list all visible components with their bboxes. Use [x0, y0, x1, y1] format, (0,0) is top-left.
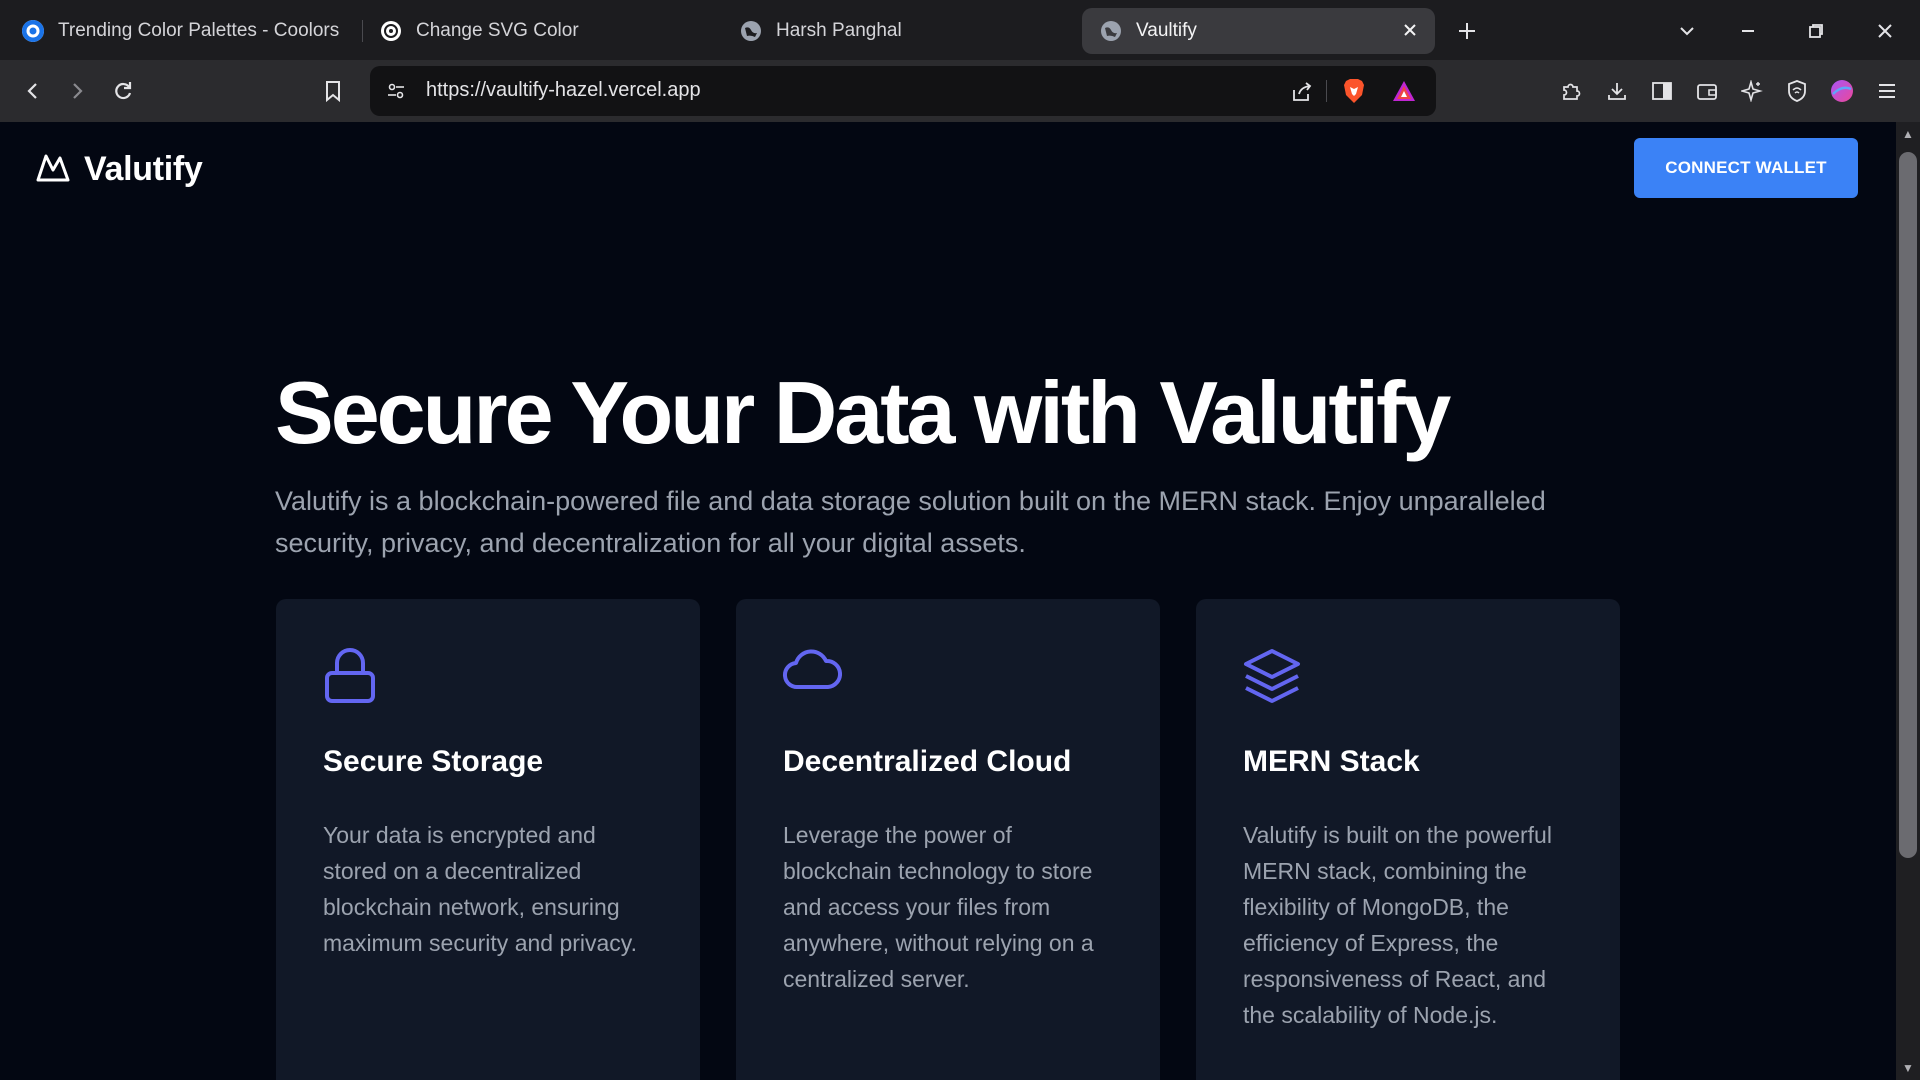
- profile-avatar[interactable]: [1827, 76, 1857, 106]
- lock-icon: [322, 647, 378, 710]
- bookmark-icon[interactable]: [318, 76, 348, 106]
- page-scrollbar-thumb[interactable]: [1899, 152, 1917, 858]
- scroll-down-arrow-icon[interactable]: ▼: [1900, 1060, 1916, 1076]
- brand-logo[interactable]: Valutify: [36, 150, 203, 189]
- mountain-logo-icon: [36, 152, 70, 187]
- browser-toolbar: https://vaultify-hazel.vercel.app: [0, 60, 1920, 122]
- openai-favicon-icon: [380, 20, 402, 42]
- hero-subtitle: Valutify is a blockchain-powered file an…: [275, 486, 1546, 558]
- vpn-shield-icon[interactable]: [1782, 76, 1812, 106]
- web-page: Valutify CONNECT WALLET Secure Your Data…: [0, 122, 1896, 1080]
- brand-name: Valutify: [84, 150, 203, 188]
- coolors-favicon-icon: [22, 20, 44, 42]
- back-arrow-icon[interactable]: [18, 76, 48, 106]
- minimize-window-icon[interactable]: [1733, 16, 1763, 46]
- menu-hamburger-icon[interactable]: [1872, 76, 1902, 106]
- scroll-up-arrow-icon[interactable]: ▲: [1900, 126, 1916, 142]
- tab-title: Vaultify: [1136, 20, 1197, 41]
- tab-change-svg-color[interactable]: Change SVG Color: [380, 8, 700, 54]
- restore-window-icon[interactable]: [1801, 16, 1831, 46]
- feature-title: Decentralized Cloud: [783, 745, 1072, 778]
- site-settings-icon[interactable]: [384, 79, 408, 103]
- brave-rewards-icon[interactable]: [1390, 77, 1418, 105]
- tab-title: Change SVG Color: [416, 20, 579, 41]
- globe-favicon-icon: [740, 20, 762, 42]
- layers-icon: [1242, 647, 1302, 710]
- new-tab-plus-icon[interactable]: [1452, 16, 1482, 46]
- feature-card-mern-stack: MERN Stack Valutify is built on the powe…: [1196, 599, 1620, 1080]
- downloads-icon[interactable]: [1602, 76, 1632, 106]
- globe-favicon-icon: [1100, 20, 1122, 42]
- url-text: https://vaultify-hazel.vercel.app: [426, 79, 701, 101]
- tab-coolors[interactable]: Trending Color Palettes - Coolors: [22, 8, 352, 54]
- address-bar[interactable]: https://vaultify-hazel.vercel.app: [370, 66, 1436, 116]
- feature-description: Your data is encrypted and stored on a d…: [323, 822, 637, 956]
- wallet-icon[interactable]: [1692, 76, 1722, 106]
- sidebar-toggle-icon[interactable]: [1647, 76, 1677, 106]
- reload-icon[interactable]: [108, 76, 138, 106]
- tab-harsh-panghal[interactable]: Harsh Panghal: [740, 8, 1060, 54]
- forward-arrow-icon[interactable]: [62, 76, 92, 106]
- tab-title: Harsh Panghal: [776, 20, 902, 41]
- close-tab-icon[interactable]: [1399, 19, 1421, 41]
- feature-description: Leverage the power of blockchain technol…: [783, 822, 1094, 992]
- feature-title: Secure Storage: [323, 745, 544, 778]
- cloud-icon: [782, 647, 842, 698]
- feature-card-decentralized-cloud: Decentralized Cloud Leverage the power o…: [736, 599, 1160, 1080]
- extensions-puzzle-icon[interactable]: [1556, 76, 1586, 106]
- browser-tab-strip: Trending Color Palettes - Coolors Change…: [0, 0, 1920, 60]
- feature-card-secure-storage: Secure Storage Your data is encrypted an…: [276, 599, 700, 1080]
- url-divider: [1326, 80, 1327, 102]
- brave-shields-icon[interactable]: [1340, 77, 1368, 105]
- share-icon[interactable]: [1288, 78, 1316, 106]
- feature-description: Valutify is built on the powerful MERN s…: [1243, 822, 1552, 1028]
- tab-divider: [362, 20, 363, 42]
- feature-title: MERN Stack: [1243, 745, 1420, 778]
- tab-vaultify[interactable]: Vaultify: [1082, 8, 1435, 54]
- hero-title: Secure Your Data with Valutify: [275, 363, 1451, 462]
- close-window-icon[interactable]: [1870, 16, 1900, 46]
- tab-title: Trending Color Palettes - Coolors: [58, 20, 340, 41]
- connect-wallet-button[interactable]: CONNECT WALLET: [1634, 138, 1858, 198]
- tab-search-chevron-down-icon[interactable]: [1672, 16, 1702, 46]
- leo-ai-sparkle-icon[interactable]: [1737, 76, 1767, 106]
